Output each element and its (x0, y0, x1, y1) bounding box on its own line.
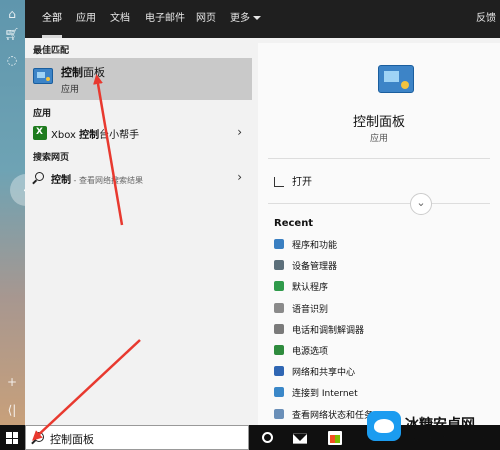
recent-item[interactable]: 语音识别 (274, 302, 328, 323)
chevron-right-icon[interactable]: › (237, 125, 242, 139)
tab-web[interactable]: 网页 (192, 0, 220, 38)
desktop-left-strip: ⌂ 🛒︎ ◌ + ⟨| (0, 0, 25, 425)
recent-item-label: 电话和调制解调器 (292, 325, 365, 336)
search-icon (35, 172, 44, 181)
control-panel-item-icon (274, 260, 284, 271)
preview-title: 控制面板 (352, 115, 405, 130)
tab-more[interactable]: 更多 (226, 0, 265, 38)
taskbar-search-box[interactable]: 控制面板 (25, 425, 249, 450)
watermark-logo-icon (367, 411, 401, 441)
watermark: 冰糖安卓网 www.btxtdmy.com (365, 405, 500, 450)
recent-item-label: 查看网络状态和任务 (292, 410, 374, 421)
start-search-menu: 全部 应用 文档 电子邮件 网页 更多 反馈 最佳匹配 控制面板 应用 应用 X… (25, 0, 500, 425)
expand-button[interactable]: ⌄ (410, 193, 432, 215)
watermark-name: 冰糖安卓网 (405, 417, 475, 433)
tab-all[interactable]: 全部 (38, 0, 66, 38)
control-panel-item-icon (274, 345, 284, 355)
cart-icon[interactable]: 🛒︎ (4, 26, 20, 42)
recent-item-label: 连接到 Internet (292, 389, 358, 400)
control-panel-icon (378, 65, 414, 93)
control-panel-item-icon (274, 387, 284, 398)
xbox-icon (33, 126, 47, 140)
app-result-label: Xbox 控制台小帮手 (51, 130, 140, 141)
recent-item[interactable]: 电话和调制解调器 (274, 323, 364, 344)
recent-item[interactable]: 电源选项 (274, 344, 328, 365)
collapse-icon[interactable]: ⟨| (4, 402, 20, 418)
open-icon (274, 177, 284, 187)
best-match-item[interactable]: 控制面板 应用 (25, 58, 252, 100)
watermark-url: www.btxtdmy.com (405, 434, 488, 444)
tab-email[interactable]: 电子邮件 (141, 0, 189, 38)
divider (268, 158, 490, 159)
windows-start-icon[interactable] (6, 432, 18, 444)
divider (268, 203, 490, 204)
best-match-heading: 最佳匹配 (33, 46, 70, 56)
store-icon[interactable] (328, 431, 342, 445)
recent-item[interactable]: 连接到 Internet (274, 386, 358, 407)
apps-heading: 应用 (33, 109, 52, 119)
recent-item-label: 网络和共享中心 (292, 368, 356, 379)
web-search-heading: 搜索网页 (33, 153, 70, 163)
mail-icon[interactable] (293, 433, 307, 444)
web-result-item[interactable]: 控制 - 查看网络搜索结果 › (25, 167, 252, 189)
home-icon[interactable]: ⌂ (4, 6, 20, 22)
control-panel-item-icon (274, 366, 284, 377)
recent-heading: Recent (274, 218, 314, 229)
control-panel-item-icon (274, 302, 284, 313)
control-panel-icon (33, 68, 53, 84)
chevron-right-icon[interactable]: › (237, 170, 242, 184)
preview-subtitle: 应用 (369, 134, 388, 144)
taskbar-search-input[interactable]: 控制面板 (50, 431, 94, 447)
cortana-icon[interactable] (262, 432, 273, 443)
results-list: 最佳匹配 控制面板 应用 应用 Xbox 控制台小帮手 › 搜索网页 控制 - … (25, 38, 252, 425)
web-result-label: 控制 - 查看网络搜索结果 (51, 175, 143, 186)
recent-item-label: 默认程序 (292, 283, 329, 294)
app-result-item[interactable]: Xbox 控制台小帮手 › (25, 122, 252, 144)
recent-item-label: 语音识别 (292, 304, 329, 315)
control-panel-item-icon (274, 281, 284, 292)
best-match-subtitle: 应用 (61, 85, 80, 95)
tab-more-label: 更多 (230, 13, 250, 24)
best-match-title: 控制面板 (61, 66, 105, 79)
control-panel-item-icon (274, 408, 284, 419)
recent-item-label: 程序和功能 (292, 241, 338, 251)
preview-pane: 控制面板 应用 打开 ⌄ Recent 程序和功能设备管理器默认程序语音识别电话… (258, 43, 500, 425)
plus-icon[interactable]: + (4, 374, 20, 390)
chevron-down-icon (253, 16, 261, 20)
feedback-link[interactable]: 反馈 (476, 0, 496, 38)
chat-icon[interactable]: ◌ (4, 52, 20, 68)
recent-item[interactable]: 默认程序 (274, 280, 328, 301)
control-panel-item-icon (274, 239, 284, 249)
recent-item[interactable]: 程序和功能 (274, 238, 337, 259)
control-panel-item-icon (274, 323, 284, 334)
tab-documents[interactable]: 文档 (106, 0, 134, 38)
recent-item-label: 设备管理器 (292, 262, 338, 273)
tab-apps[interactable]: 应用 (72, 0, 100, 38)
search-filter-tabs: 全部 应用 文档 电子邮件 网页 更多 反馈 (25, 0, 500, 38)
recent-item[interactable]: 网络和共享中心 (274, 365, 355, 386)
search-icon (34, 432, 44, 442)
recent-item-label: 电源选项 (292, 347, 329, 357)
recent-item[interactable]: 设备管理器 (274, 259, 337, 280)
open-action[interactable]: 打开 (274, 173, 312, 188)
